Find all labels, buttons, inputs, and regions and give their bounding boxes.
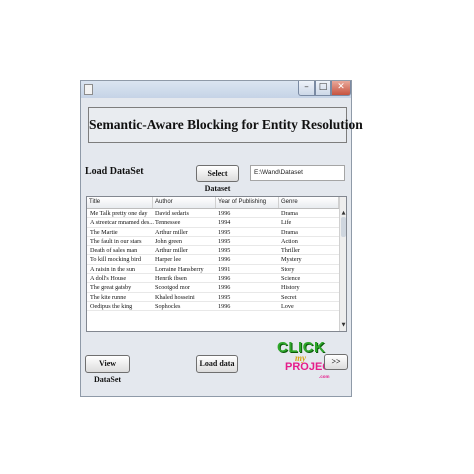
load-data-button[interactable]: Load data (196, 355, 238, 373)
table-row[interactable]: A raisin in the sun Lorraine Hansberry 199… (87, 265, 339, 275)
table-cell: Lorraine Hansberry (155, 265, 204, 273)
table-cell: 1996 (218, 275, 231, 283)
table-cell: A raisin in the sun (90, 265, 136, 273)
logo-text-com: .com (319, 374, 330, 379)
table-cell: Science (281, 275, 301, 283)
scroll-down-arrow-icon[interactable]: ▼ (340, 321, 346, 329)
table-row[interactable]: The fault in our stars John green 1995 Acti… (87, 237, 339, 247)
table-cell: 1996 (218, 210, 231, 217)
table-cell: 1995 (218, 293, 231, 301)
table-row[interactable]: A streetcar mnamed des... Tennessee 1994 Li… (87, 218, 339, 228)
table-cell: The Martie (90, 228, 118, 236)
table-row[interactable]: The Martie Arthur miller 1995 Drama (87, 228, 339, 237)
table-cell: Drama (281, 228, 298, 236)
table-cell: 1995 (218, 228, 231, 236)
column-header-author[interactable]: Author (153, 197, 216, 208)
table-cell: 1995 (218, 247, 231, 255)
table-cell: 1995 (218, 237, 231, 245)
app-title: Semantic-Aware Blocking for Entity Resol… (89, 117, 363, 132)
table-cell: To kill mocking bird (90, 256, 141, 264)
table-body: Me Talk pretty one day David sedaris 1996 D… (87, 209, 339, 312)
column-header-title[interactable]: Title (87, 197, 153, 208)
table-row[interactable]: Oedipus the king Sophocles 1996 Love (87, 302, 339, 312)
table-row[interactable]: The kite runne Khaled hosseini 1995 Secret (87, 293, 339, 302)
close-button[interactable]: ✕ (331, 81, 351, 96)
load-dataset-label: Load DataSet (85, 166, 144, 177)
table-cell: History (281, 284, 300, 292)
app-window: – □ ✕ Semantic-Aware Blocking for Entity… (80, 80, 363, 397)
column-header-year[interactable]: Year of Publishing (216, 197, 279, 208)
table-cell: Sophocles (155, 302, 181, 310)
table-cell: Me Talk pretty one day (90, 210, 148, 217)
table-cell: Arthur miller (155, 228, 188, 236)
table-cell: A doll's House (90, 275, 127, 283)
table-cell: John green (155, 237, 182, 245)
table-cell: The fault in our stars (90, 237, 142, 245)
table-cell: Death of sales man (90, 247, 138, 255)
dataset-path-field[interactable]: E:\Wand\Dataset (250, 165, 345, 181)
table-cell: The great gatsby (90, 284, 132, 292)
table-cell: Arthur miller (155, 247, 188, 255)
scroll-thumb[interactable] (341, 217, 346, 237)
column-header-genre[interactable]: Genre (279, 197, 339, 208)
table-cell: Harper lee (155, 256, 181, 264)
table-cell: 1996 (218, 284, 231, 292)
minimize-button[interactable]: – (298, 81, 315, 96)
title-banner: Semantic-Aware Blocking for Entity Resol… (88, 107, 363, 143)
table-cell: Secret (281, 293, 297, 301)
table-row[interactable]: Me Talk pretty one day David sedaris 1996 D… (87, 209, 339, 219)
table-cell: Action (281, 237, 298, 245)
scroll-up-arrow-icon[interactable]: ▲ (340, 209, 346, 217)
vertical-scrollbar[interactable]: ▲ ▼ (339, 197, 346, 331)
table-cell: Oedipus the king (90, 302, 133, 310)
table-cell: Tennessee (155, 219, 181, 227)
table-row[interactable]: Death of sales man Arthur miller 1995 Thril… (87, 246, 339, 256)
clickmyproject-logo: CLICK my PROJECT .com (277, 339, 337, 383)
dataset-table[interactable]: Title Author Year of Publishing Genre Me… (86, 196, 347, 332)
table-cell: 1996 (218, 256, 231, 264)
table-cell: Scootgod mor (155, 284, 190, 292)
table-cell: 1996 (218, 302, 231, 310)
table-cell: A streetcar mnamed des... (90, 219, 154, 227)
next-button[interactable]: >> (324, 354, 348, 370)
title-bar: – □ ✕ (81, 81, 351, 98)
table-cell: Thriller (281, 247, 300, 255)
table-cell: The kite runne (90, 293, 127, 301)
view-dataset-button[interactable]: View DataSet (85, 355, 130, 384)
table-cell: Henrik ibsen (155, 275, 187, 283)
table-row[interactable]: A doll's House Henrik ibsen 1996 Science (87, 274, 339, 284)
table-cell: Mystery (281, 256, 302, 264)
table-header: Title Author Year of Publishing Genre (87, 197, 339, 209)
table-cell: David sedaris (155, 210, 189, 217)
table-row[interactable]: To kill mocking bird Harper lee 1996 Myster… (87, 255, 339, 265)
java-app-icon (84, 84, 93, 95)
table-cell: Khaled hosseini (155, 293, 195, 301)
table-cell: 1994 (218, 219, 231, 227)
table-cell: Life (281, 219, 292, 227)
table-cell: Story (281, 265, 295, 273)
table-cell: 1991 (218, 265, 231, 273)
maximize-button[interactable]: □ (315, 81, 331, 96)
table-cell: Love (281, 302, 294, 310)
select-dataset-button[interactable]: Select Dataset (196, 165, 239, 193)
table-cell: Drama (281, 210, 298, 217)
table-row[interactable]: The great gatsby Scootgod mor 1996 History (87, 283, 339, 293)
